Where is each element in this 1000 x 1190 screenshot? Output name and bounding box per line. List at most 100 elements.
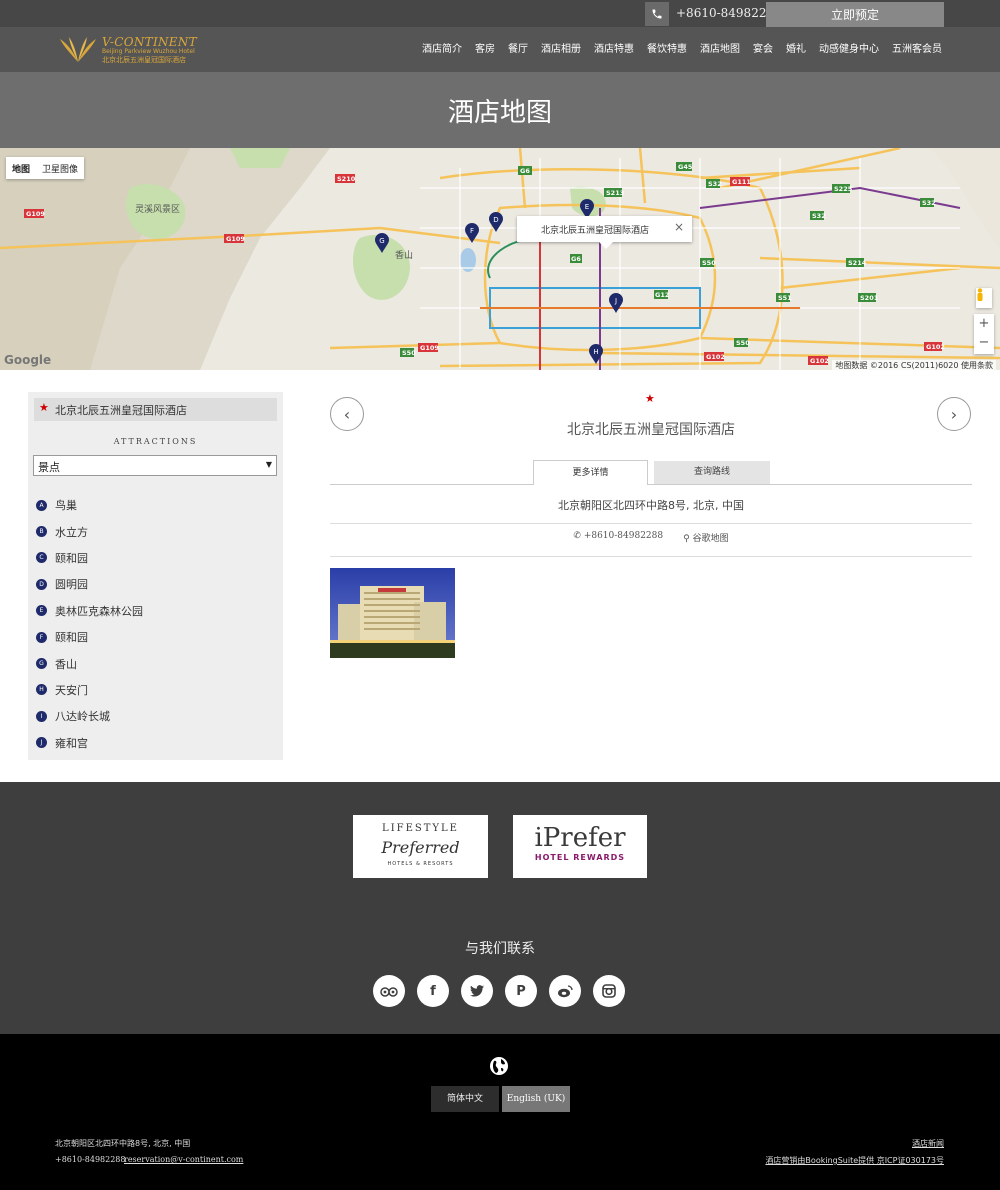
svg-text:S50: S50 <box>402 349 416 357</box>
marker-g-icon: G <box>36 658 47 670</box>
svg-text:S213: S213 <box>606 189 624 197</box>
attraction-label: 圆明园 <box>55 578 88 592</box>
marker-c-icon: C <box>36 552 47 564</box>
marker-j-icon: J <box>36 737 47 749</box>
attraction-item-h[interactable]: H 天安门 <box>36 677 143 703</box>
nav-item-dining-offers[interactable]: 餐饮特惠 <box>647 40 687 55</box>
attraction-item-j[interactable]: J 雍和宫 <box>36 730 143 756</box>
hotel-star-icon: ★ <box>645 392 655 405</box>
nav-item-gallery[interactable]: 酒店相册 <box>541 40 581 55</box>
nav-item-restaurants[interactable]: 餐厅 <box>508 40 528 55</box>
map-pin-g[interactable]: G <box>375 233 389 253</box>
page-title: 酒店地图 <box>447 97 552 128</box>
map-zoom-control: + − <box>974 314 994 354</box>
iprefer-badge[interactable]: iPrefer HOTEL REWARDS <box>513 815 647 878</box>
footer-booking-link[interactable]: 酒店营销由BookingSuite提供 京ICP证030173号 <box>765 1155 944 1166</box>
sidebar-hotel-item[interactable]: ★ 北京北辰五洲皇冠国际酒店 <box>34 398 277 421</box>
svg-text:D: D <box>493 216 498 224</box>
attraction-item-a[interactable]: A 鸟巢 <box>36 492 143 518</box>
tab-directions[interactable]: 查询路线 <box>654 461 770 484</box>
logo-brand: V-CONTINENT <box>102 35 197 49</box>
lifestyle-preferred-badge[interactable]: LIFESTYLE Preferred HOTELS & RESORTS <box>353 815 488 878</box>
map-pin-f[interactable]: F <box>465 223 479 243</box>
svg-text:S201: S201 <box>860 294 879 302</box>
ip-line2: HOTEL REWARDS <box>534 853 626 862</box>
nav-item-fitness[interactable]: 动感健身中心 <box>819 40 879 55</box>
tab-more-details[interactable]: 更多详情 <box>533 460 648 485</box>
phone-icon <box>645 2 669 26</box>
svg-text:S210: S210 <box>337 175 356 183</box>
tripadvisor-icon[interactable] <box>373 975 405 1007</box>
detail-map-link[interactable]: ⚲ 谷歌地图 <box>683 531 728 544</box>
svg-text:F: F <box>470 227 474 235</box>
detail-hotel-name: 北京北辰五洲皇冠国际酒店 <box>567 422 735 438</box>
nav-item-map[interactable]: 酒店地图 <box>700 40 740 55</box>
marker-e-icon: E <box>36 605 47 617</box>
hotel-logo[interactable]: V-CONTINENT Beijing Parkview Wuzhou Hote… <box>58 35 198 65</box>
attraction-item-e[interactable]: E 奥林匹克森林公园 <box>36 598 143 624</box>
attraction-item-b[interactable]: B 水立方 <box>36 518 143 544</box>
pinterest-icon[interactable]: P <box>505 975 537 1007</box>
footer-news-link[interactable]: 酒店新闻 <box>912 1138 944 1149</box>
weibo-icon[interactable] <box>549 975 581 1007</box>
map-pin-d[interactable]: D <box>489 212 503 232</box>
nav-item-rooms[interactable]: 客房 <box>475 40 495 55</box>
attraction-item-d[interactable]: D 圆明园 <box>36 571 143 597</box>
logo-chinese-name: 北京北辰五洲皇冠国际酒店 <box>102 56 186 64</box>
map-pin-h[interactable]: H <box>589 344 603 364</box>
top-bar: +8610-84982288 立即预定 <box>0 0 1000 27</box>
nav-item-offers[interactable]: 酒店特惠 <box>594 40 634 55</box>
svg-text:G6: G6 <box>520 167 530 175</box>
zoom-out-button[interactable]: − <box>974 333 994 352</box>
lang-chinese-button[interactable]: 简体中文 <box>431 1086 499 1112</box>
nav-item-banquet[interactable]: 宴会 <box>753 40 773 55</box>
svg-text:G111: G111 <box>732 178 751 186</box>
map-copyright[interactable]: 地图数据 ©2016 CS(2011)6020 使用条款 <box>832 360 996 370</box>
svg-text:G109: G109 <box>26 210 45 218</box>
footer-bottom: 简体中文 English (UK) 北京朝阳区北四环中路8号, 北京, 中国 +… <box>0 1034 1000 1190</box>
svg-text:S32: S32 <box>812 212 826 220</box>
attraction-label: 香山 <box>55 657 77 671</box>
map-info-popup: 北京北辰五洲皇冠国际酒店 × <box>517 216 692 249</box>
popup-hotel-name: 北京北辰五洲皇冠国际酒店 <box>541 226 650 236</box>
popup-close-icon[interactable]: × <box>674 220 684 234</box>
footer-partners: LIFESTYLE Preferred HOTELS & RESORTS iPr… <box>0 782 1000 1034</box>
svg-text:G45: G45 <box>678 163 693 171</box>
nav-item-wedding[interactable]: 婚礼 <box>786 40 806 55</box>
zoom-in-button[interactable]: + <box>974 314 994 333</box>
hotel-photo[interactable] <box>330 568 455 658</box>
marker-d-icon: D <box>36 578 47 590</box>
attraction-item-c[interactable]: C 颐和园 <box>36 545 143 571</box>
detail-contact-row: ✆ +8610-84982288 ⚲ 谷歌地图 <box>330 531 972 544</box>
map-pin-j[interactable]: J <box>609 293 623 313</box>
nav-item-intro[interactable]: 酒店简介 <box>422 40 462 55</box>
nav-item-membership[interactable]: 五洲客会员 <box>892 40 942 55</box>
detail-address: 北京朝阳区北四环中路8号, 北京, 中国 <box>558 499 744 512</box>
footer-email-link[interactable]: reservation@v-continent.com <box>124 1155 243 1164</box>
footer-phone[interactable]: +8610-84982288 <box>55 1155 125 1164</box>
svg-text:E: E <box>585 203 589 211</box>
marker-b-icon: B <box>36 526 47 538</box>
attraction-category-select[interactable]: 景点 ▼ <box>33 455 277 476</box>
map-tab-map[interactable]: 地图 <box>6 157 36 179</box>
detail-phone-link[interactable]: ✆ +8610-84982288 <box>573 531 663 544</box>
title-band: 酒店地图 <box>0 72 1000 148</box>
street-view-pegman-icon[interactable] <box>976 288 992 308</box>
map-tab-satellite[interactable]: 卫星图像 <box>36 157 84 179</box>
globe-icon <box>489 1056 509 1076</box>
attraction-label: 天安门 <box>55 683 88 697</box>
svg-text:G109: G109 <box>420 344 439 352</box>
facebook-icon[interactable]: f <box>417 975 449 1007</box>
star-icon: ★ <box>39 401 49 414</box>
instagram-icon[interactable] <box>593 975 625 1007</box>
svg-text:S51: S51 <box>778 294 792 302</box>
attraction-item-i[interactable]: I 八达岭长城 <box>36 703 143 729</box>
attraction-item-g[interactable]: G 香山 <box>36 650 143 676</box>
book-now-button[interactable]: 立即预定 <box>766 2 944 27</box>
attraction-item-f[interactable]: F 颐和园 <box>36 624 143 650</box>
svg-text:H: H <box>593 348 598 356</box>
svg-text:G109: G109 <box>226 235 245 243</box>
lang-english-button[interactable]: English (UK) <box>502 1086 570 1112</box>
twitter-icon[interactable] <box>461 975 493 1007</box>
google-map[interactable]: 灵溪风景区 香山 G109 G109 G109 S210 G6 G45 S32 … <box>0 148 1000 370</box>
